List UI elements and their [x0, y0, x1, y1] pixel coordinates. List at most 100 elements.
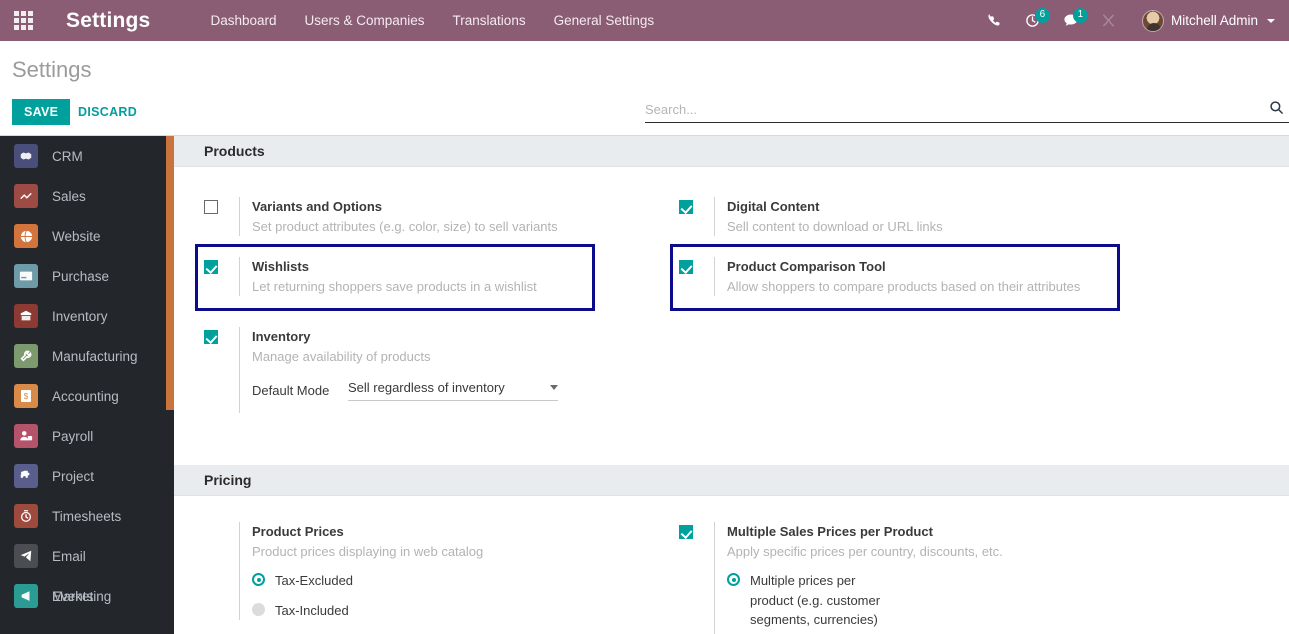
- divider: [714, 522, 715, 634]
- main-menu: Dashboard Users & Companies Translations…: [196, 13, 668, 28]
- card-icon: [14, 264, 38, 288]
- invoice-icon: $: [14, 384, 38, 408]
- product-prices-radio-group: Tax-Excluded Tax-Included: [252, 571, 659, 620]
- setting-label: Inventory: [252, 329, 311, 344]
- checkbox-wishlists[interactable]: [204, 260, 218, 274]
- sidebar-item-accounting[interactable]: $ Accounting: [0, 376, 174, 416]
- sidebar-item-label: Payroll: [52, 428, 94, 444]
- menu-item-users-and-companies[interactable]: Users & Companies: [291, 13, 439, 28]
- page-title: Settings: [12, 57, 92, 82]
- divider: [714, 257, 715, 296]
- setting-description: Sell content to download or URL links: [727, 219, 943, 234]
- phone-icon[interactable]: [978, 0, 1012, 41]
- divider: [714, 197, 715, 236]
- sidebar-item-sales[interactable]: Sales: [0, 176, 174, 216]
- setting-label: Multiple Sales Prices per Product: [727, 524, 933, 539]
- sidebar-item-label: Website: [52, 228, 101, 244]
- discard-button[interactable]: DISCARD: [70, 99, 145, 125]
- setting-description: Manage availability of products: [252, 349, 431, 364]
- chat-bubble-icon[interactable]: 1: [1054, 0, 1088, 41]
- default-mode-value: Sell regardless of inventory: [348, 380, 505, 395]
- checkbox-digital-content[interactable]: [679, 200, 693, 214]
- settings-content: Products Variants and Options Set produc…: [174, 136, 1289, 634]
- setting-product-comparison-tool[interactable]: Product Comparison Tool Allow shoppers t…: [670, 244, 1120, 311]
- setting-product-prices: Product Prices Product prices displaying…: [204, 516, 659, 628]
- megaphone-icon: [14, 584, 38, 608]
- app-sidebar[interactable]: CRM Sales Website Purchase Inventory Man…: [0, 136, 174, 634]
- app-brand-title: Settings: [66, 8, 151, 32]
- radio-multiple-prices-per-product[interactable]: [727, 573, 740, 586]
- sidebar-item-marketing-events[interactable]: Marketing Events: [0, 576, 174, 616]
- sidebar-item-inventory[interactable]: Inventory: [0, 296, 174, 336]
- sidebar-item-payroll[interactable]: Payroll: [0, 416, 174, 456]
- person-badge-icon: [14, 424, 38, 448]
- messages-count-badge: 1: [1072, 8, 1088, 23]
- sidebar-item-timesheets[interactable]: Timesheets: [0, 496, 174, 536]
- search-icon[interactable]: [1269, 100, 1284, 120]
- setting-description: Product prices displaying in web catalog: [252, 544, 484, 559]
- sidebar-item-crm[interactable]: CRM: [0, 136, 174, 176]
- sidebar-item-label: Timesheets: [52, 508, 122, 524]
- sidebar-item-label: Email: [52, 548, 86, 564]
- apps-grid-icon[interactable]: [0, 0, 46, 41]
- search-bar[interactable]: [645, 97, 1289, 123]
- avatar: [1141, 9, 1164, 32]
- globe-icon: [14, 224, 38, 248]
- setting-label: Digital Content: [727, 199, 820, 214]
- chevron-down-icon: [550, 385, 558, 390]
- sidebar-scrollbar-thumb[interactable]: [166, 136, 174, 410]
- chart-up-icon: [14, 184, 38, 208]
- default-mode-field: Default Mode Sell regardless of inventor…: [252, 380, 659, 401]
- sidebar-item-website[interactable]: Website: [0, 216, 174, 256]
- clock-activity-icon[interactable]: 6: [1016, 0, 1050, 41]
- radio-tax-excluded[interactable]: [252, 573, 265, 586]
- menu-item-general-settings[interactable]: General Settings: [540, 13, 669, 28]
- pricing-right-column: Multiple Sales Prices per Product Apply …: [659, 516, 1144, 634]
- divider: [239, 522, 240, 620]
- radio-tax-included[interactable]: [252, 602, 265, 616]
- sidebar-item-manufacturing[interactable]: Manufacturing: [0, 336, 174, 376]
- radio-option-tax-excluded[interactable]: Tax-Excluded: [252, 571, 659, 591]
- checkbox-multiple-sales-prices[interactable]: [679, 525, 693, 539]
- pricing-left-column: Product Prices Product prices displaying…: [174, 516, 659, 634]
- search-input[interactable]: [645, 102, 1269, 117]
- menu-item-dashboard[interactable]: Dashboard: [196, 13, 290, 28]
- save-button[interactable]: SAVE: [12, 99, 71, 125]
- section-body-products: Variants and Options Set product attribu…: [174, 167, 1289, 421]
- checkbox-product-comparison-tool[interactable]: [679, 260, 693, 274]
- user-menu[interactable]: Mitchell Admin: [1141, 9, 1275, 32]
- setting-wishlists[interactable]: Wishlists Let returning shoppers save pr…: [195, 244, 595, 311]
- systray: 6 1 Mitchell Admin: [978, 0, 1289, 41]
- setting-digital-content[interactable]: Digital Content Sell content to download…: [679, 191, 1144, 244]
- chevron-down-icon: [1267, 18, 1275, 23]
- default-mode-label: Default Mode: [252, 383, 330, 398]
- svg-text:$: $: [24, 392, 29, 401]
- checkbox-inventory[interactable]: [204, 330, 218, 344]
- sidebar-item-email[interactable]: Email: [0, 536, 174, 576]
- checkbox-variants-and-options[interactable]: [204, 200, 218, 214]
- setting-description: Set product attributes (e.g. color, size…: [252, 219, 558, 234]
- divider: [239, 327, 240, 413]
- menu-item-translations[interactable]: Translations: [439, 13, 540, 28]
- radio-option-multiple-prices[interactable]: Multiple prices per product (e.g. custom…: [727, 571, 1144, 630]
- box-icon: [14, 304, 38, 328]
- radio-label: Multiple prices per product (e.g. custom…: [750, 573, 881, 627]
- setting-variants-and-options[interactable]: Variants and Options Set product attribu…: [204, 191, 659, 244]
- wrench-tools-icon[interactable]: [1092, 0, 1126, 41]
- sidebar-item-purchase[interactable]: Purchase: [0, 256, 174, 296]
- setting-label: Product Prices: [252, 524, 344, 539]
- default-mode-select[interactable]: Sell regardless of inventory: [348, 380, 558, 401]
- setting-label: Product Comparison Tool: [727, 259, 886, 274]
- sidebar-item-label: Project: [52, 468, 95, 484]
- setting-multiple-sales-prices[interactable]: Multiple Sales Prices per Product Apply …: [679, 516, 1144, 634]
- sidebar-item-label-events: Events: [52, 588, 94, 604]
- sidebar-item-label: Manufacturing: [52, 348, 138, 364]
- radio-option-tax-included[interactable]: Tax-Included: [252, 601, 659, 621]
- sidebar-item-project[interactable]: Project: [0, 456, 174, 496]
- setting-inventory[interactable]: Inventory Manage availability of product…: [204, 321, 659, 421]
- puzzle-icon: [14, 464, 38, 488]
- pricelist-radio-group: Multiple prices per product (e.g. custom…: [727, 571, 1144, 634]
- paper-plane-icon: [14, 544, 38, 568]
- wrench-icon: [14, 344, 38, 368]
- sidebar-item-label: Accounting: [52, 388, 119, 404]
